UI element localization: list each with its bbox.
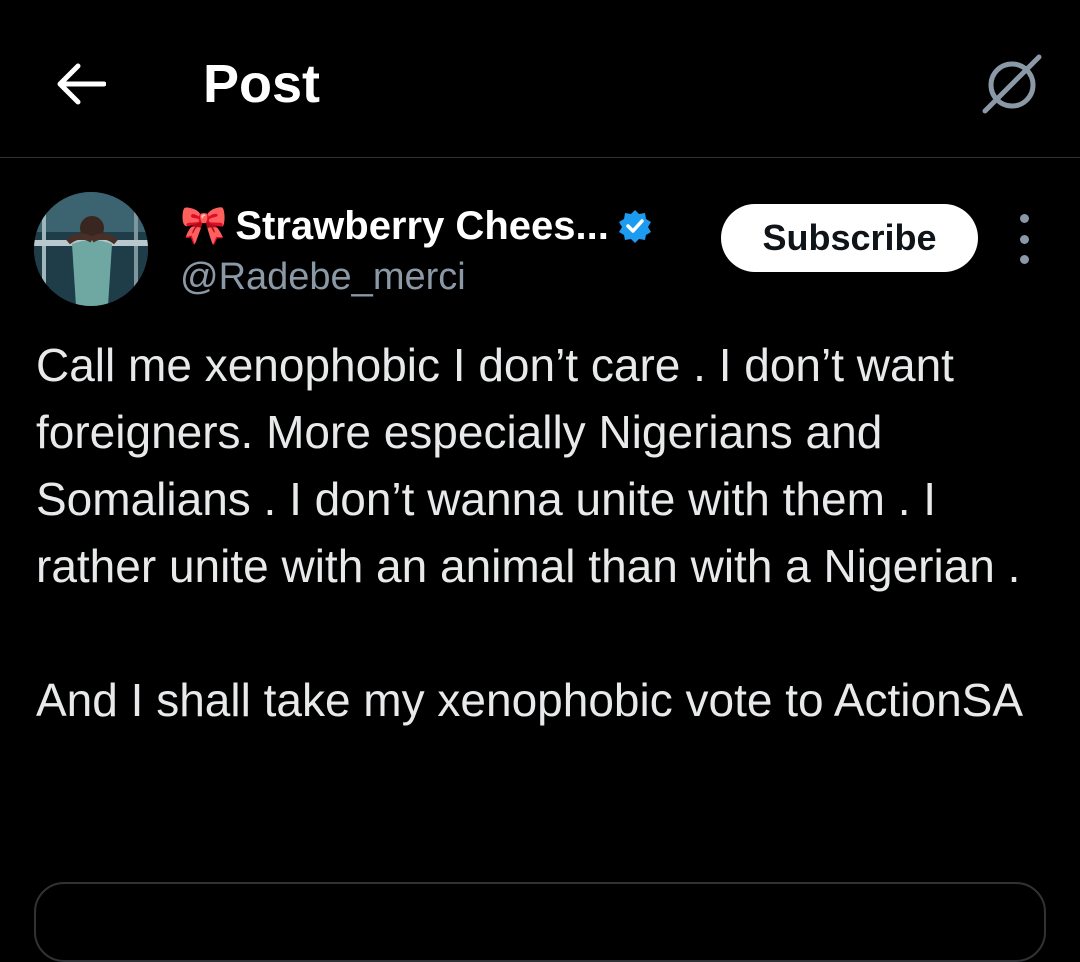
post-paragraph: Call me xenophobic I don’t care . I don’… xyxy=(36,339,1021,592)
grok-button[interactable] xyxy=(972,44,1052,124)
back-button[interactable] xyxy=(44,48,116,120)
avatar-image xyxy=(34,192,148,306)
top-bar: Post xyxy=(0,0,1080,158)
more-vertical-icon-dot xyxy=(1019,234,1029,244)
page-title: Post xyxy=(203,54,321,114)
post-paragraph: And I shall take my xenophobic vote to A… xyxy=(36,674,1024,726)
grok-icon xyxy=(982,54,1042,114)
author-avatar[interactable] xyxy=(34,192,148,306)
more-vertical-icon xyxy=(1019,214,1029,223)
verified-badge-icon xyxy=(618,210,651,243)
author-display-name: Strawberry Chees... xyxy=(235,203,609,248)
author-handle[interactable]: @Radebe_merci xyxy=(180,254,466,300)
post-body: Call me xenophobic I don’t care . I don’… xyxy=(36,332,1046,734)
author-name-row[interactable]: 🎀 Strawberry Chees... xyxy=(180,200,653,252)
arrow-left-icon xyxy=(57,63,106,105)
more-vertical-icon-dot xyxy=(1019,255,1029,264)
ribbon-emoji: 🎀 xyxy=(180,205,228,247)
subscribe-button[interactable]: Subscribe xyxy=(721,204,978,272)
more-options-button[interactable] xyxy=(1004,214,1044,264)
quoted-post-card[interactable] xyxy=(34,882,1046,962)
